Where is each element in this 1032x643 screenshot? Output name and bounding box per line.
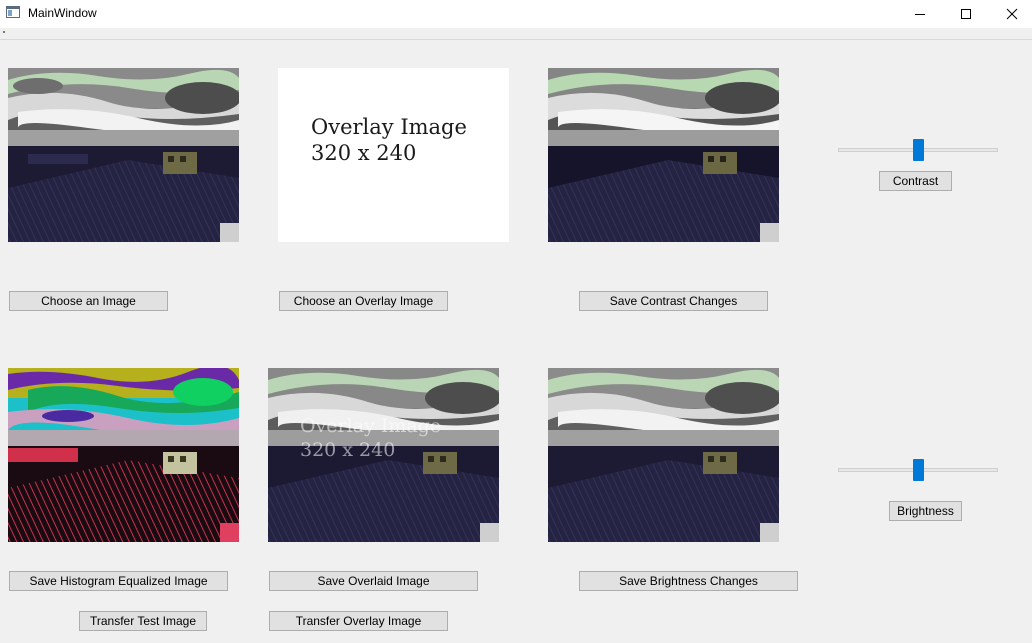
overlaid-image-title: Overlay Image (300, 415, 442, 437)
save-overlaid-button[interactable]: Save Overlaid Image (269, 571, 478, 591)
choose-image-button[interactable]: Choose an Image (9, 291, 168, 311)
minimize-button[interactable] (897, 0, 943, 28)
contrast-slider-handle[interactable] (913, 139, 924, 161)
brightness-slider[interactable] (838, 459, 998, 481)
maximize-icon (961, 9, 971, 19)
title-bar: MainWindow (0, 0, 1032, 28)
app-window-icon (6, 6, 20, 18)
contrast-button[interactable]: Contrast (879, 171, 952, 191)
window-title: MainWindow (28, 6, 97, 20)
save-histogram-button[interactable]: Save Histogram Equalized Image (9, 571, 228, 591)
transfer-overlay-button[interactable]: Transfer Overlay Image (269, 611, 448, 631)
overlay-image-title: Overlay Image (311, 115, 467, 139)
overlay-image-size: 320 x 240 (311, 141, 417, 165)
transfer-test-button[interactable]: Transfer Test Image (79, 611, 207, 631)
histogram-equalized-image (8, 368, 239, 542)
save-brightness-button[interactable]: Save Brightness Changes (579, 571, 798, 591)
original-image (8, 68, 239, 242)
brightness-slider-handle[interactable] (913, 459, 924, 481)
save-contrast-button[interactable]: Save Contrast Changes (579, 291, 768, 311)
contrast-slider[interactable] (838, 139, 998, 161)
overlaid-image-text: Overlay Image 320 x 240 (300, 414, 441, 462)
brightness-image (548, 368, 779, 542)
menu-grip-icon (3, 31, 5, 33)
choose-overlay-button[interactable]: Choose an Overlay Image (279, 291, 448, 311)
close-button[interactable] (989, 0, 1032, 28)
overlaid-image: Overlay Image 320 x 240 (268, 368, 499, 542)
menu-bar (0, 28, 1032, 40)
contrast-image (548, 68, 779, 242)
overlay-image-text: Overlay Image 320 x 240 (311, 114, 467, 166)
overlaid-image-size: 320 x 240 (300, 439, 396, 461)
close-icon (1006, 8, 1018, 20)
maximize-button[interactable] (943, 0, 989, 28)
overlay-image: Overlay Image 320 x 240 (278, 68, 509, 242)
minimize-icon (915, 14, 925, 15)
brightness-button[interactable]: Brightness (889, 501, 962, 521)
